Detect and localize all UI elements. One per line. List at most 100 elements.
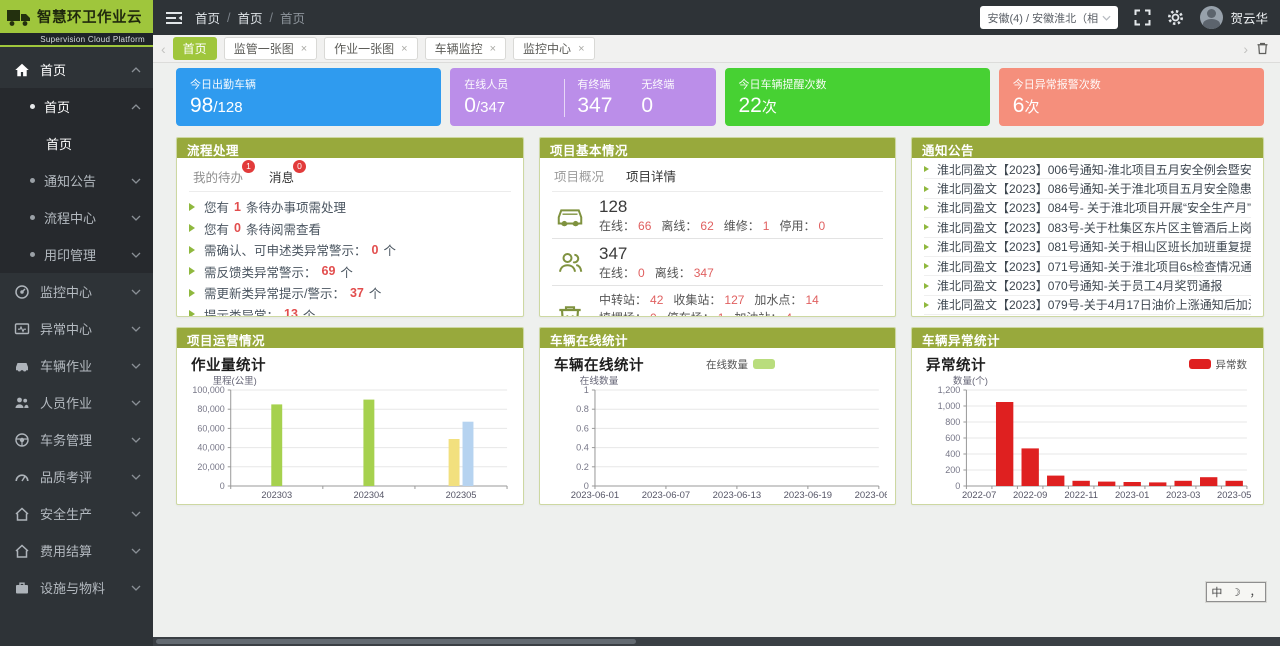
region-select[interactable]: 安徽(4) / 安徽淮北（相...	[980, 6, 1118, 29]
stat-card-vehicle-reminders[interactable]: 今日车辆提醒次数 22次	[725, 68, 990, 126]
car-icon	[554, 201, 586, 231]
notice-item[interactable]: 淮北同盈文【2023】081号通知-关于相山区班长加班重复提报的通报	[924, 238, 1251, 257]
close-tab-icon[interactable]: ×	[490, 43, 496, 55]
project-tab-项目详情[interactable]: 项目详情	[626, 166, 676, 185]
facility-line: 中转站：42收集站：127加水点：14	[599, 292, 829, 310]
notice-item[interactable]: 淮北同盈文【2023】070号通知-关于员工4月奖罚通报	[924, 276, 1251, 295]
view-tab-车辆监控[interactable]: 车辆监控×	[425, 37, 506, 60]
close-tabs-trash-icon[interactable]	[1255, 41, 1270, 56]
play-arrow-icon	[924, 244, 930, 250]
tabs-scroll-right-icon[interactable]: ›	[1243, 42, 1248, 56]
ime-glyph[interactable]: ，	[1250, 584, 1261, 600]
svg-text:2023-06-19: 2023-06-19	[784, 489, 832, 500]
sidebar-item-personnel-ops[interactable]: 人员作业	[0, 384, 153, 421]
fullscreen-icon[interactable]	[1134, 9, 1151, 26]
tabs-scroll-left-icon[interactable]: ‹	[161, 42, 166, 56]
notice-item[interactable]: 淮北同盈文【2023】071号通知-关于淮北项目6s检查情况通报(2)(2)	[924, 257, 1251, 276]
sidebar-item-quality-review[interactable]: 品质考评	[0, 458, 153, 495]
play-arrow-icon	[924, 283, 930, 289]
chevron-down-icon	[131, 326, 141, 332]
sidebar-item-facilities-materials[interactable]: 设施与物料	[0, 569, 153, 606]
ime-glyph[interactable]: ☽	[1231, 586, 1241, 599]
stat-card-attendance[interactable]: 今日出勤车辆 98/128	[176, 68, 441, 126]
notice-item[interactable]: 淮北同盈文【2023】084号- 关于淮北项目开展“安全生产月”活动的通知	[924, 199, 1251, 218]
svg-text:2022-11: 2022-11	[1064, 490, 1098, 500]
badge-count: 0	[293, 160, 306, 173]
view-tab-监控中心[interactable]: 监控中心×	[513, 37, 594, 60]
settings-gear-icon[interactable]	[1167, 9, 1184, 26]
stat-card-online-personnel[interactable]: 在线人员 0/347 有终端 347 无终端 0	[450, 68, 715, 126]
svg-text:400: 400	[945, 449, 960, 459]
panel-title: 项目运营情况	[177, 328, 523, 348]
gauge-icon	[14, 469, 30, 485]
process-tab-消息[interactable]: 消息0	[269, 167, 294, 186]
collapse-menu-icon[interactable]	[165, 11, 183, 25]
sidebar-item-notice[interactable]: 通知公告	[0, 162, 153, 199]
chart-title: 作业量统计	[191, 354, 266, 375]
sidebar-item-home[interactable]: 首页	[0, 51, 153, 88]
sidebar-item-exception-center[interactable]: 异常中心	[0, 310, 153, 347]
sidebar-item-seal-mgmt[interactable]: 用印管理	[0, 236, 153, 273]
process-item[interactable]: 提示类异常： 13 个	[189, 304, 511, 317]
ime-toolbar[interactable]: 中 ☽ ，	[1206, 582, 1266, 602]
panel-process-handling: 流程处理 我的待办1消息0 您有1条待办事项需处理您有0条待阅需查看需确认、可申…	[176, 137, 524, 317]
process-item[interactable]: 需更新类异常提示/警示： 37 个	[189, 282, 511, 304]
process-tabs: 我的待办1 消息0	[189, 158, 511, 192]
process-tab-我的待办[interactable]: 我的待办1	[193, 167, 243, 186]
sidebar-item-home-sub[interactable]: 首页	[0, 88, 153, 125]
process-item[interactable]: 需反馈类异常警示： 69 个	[189, 261, 511, 283]
view-tab-监管一张图[interactable]: 监管一张图×	[224, 37, 317, 60]
notice-item[interactable]: 淮北同盈文【2023】083号-关于杜集区东片区主管酒后上岗的处罚通告	[924, 218, 1251, 237]
notice-item[interactable]: 淮北同盈文【2023】079号-关于4月17日油价上涨通知后加油情况通报	[924, 296, 1251, 315]
sidebar-item-safety-production[interactable]: 安全生产	[0, 495, 153, 532]
svg-text:20,000: 20,000	[197, 462, 224, 472]
truck-logo-icon	[6, 6, 32, 28]
sidebar-item-home-leaf[interactable]: 首页	[0, 125, 153, 162]
sidebar-item-vehicle-mgmt[interactable]: 车务管理	[0, 421, 153, 458]
chevron-down-icon	[131, 548, 141, 554]
sidebar-item-cost-settlement[interactable]: 费用结算	[0, 532, 153, 569]
play-arrow-icon	[189, 310, 195, 316]
view-tab-首页[interactable]: 首页	[173, 37, 217, 60]
panel-project-overview: 项目基本情况 项目概况项目详情 128 在线：66离线：62维修：1停用：0	[539, 137, 896, 317]
sidebar-item-monitor-center[interactable]: 监控中心	[0, 273, 153, 310]
breadcrumb-home[interactable]: 首页	[195, 8, 220, 27]
svg-text:0: 0	[955, 481, 960, 491]
vehicle-stats-row: 128 在线：66离线：62维修：1停用：0	[552, 192, 883, 239]
house-icon	[14, 543, 30, 559]
alert-icon	[14, 321, 30, 337]
close-tab-icon[interactable]: ×	[301, 43, 307, 55]
sidebar-item-vehicle-ops[interactable]: 车辆作业	[0, 347, 153, 384]
stat-label: 有终端	[577, 76, 641, 92]
play-arrow-icon	[924, 166, 930, 172]
play-arrow-icon	[189, 267, 195, 275]
view-tab-作业一张图[interactable]: 作业一张图×	[324, 37, 417, 60]
process-item[interactable]: 需确认、可申述类异常警示： 0 个	[189, 239, 511, 261]
svg-text:0.8: 0.8	[576, 404, 589, 414]
chevron-down-icon	[131, 400, 141, 406]
sidebar-item-process-center[interactable]: 流程中心	[0, 199, 153, 236]
process-item[interactable]: 您有1条待办事项需处理	[189, 196, 511, 218]
close-tab-icon[interactable]: ×	[578, 43, 584, 55]
process-item[interactable]: 您有0条待阅需查看	[189, 218, 511, 240]
bullet-icon	[30, 215, 35, 220]
svg-text:200: 200	[945, 465, 960, 475]
stat-card-abnormal-alarms[interactable]: 今日异常报警次数 6次	[999, 68, 1264, 126]
ime-glyph[interactable]: 中	[1211, 584, 1222, 600]
svg-text:2023-03: 2023-03	[1166, 490, 1200, 500]
project-tab-项目概况[interactable]: 项目概况	[554, 166, 604, 185]
scrollbar-thumb[interactable]	[156, 639, 636, 644]
personnel-total: 347	[599, 245, 724, 263]
chevron-down-icon	[131, 178, 141, 184]
monitor-icon	[14, 284, 30, 300]
user-avatar[interactable]	[1200, 6, 1223, 29]
breadcrumb-level2[interactable]: 首页	[238, 8, 263, 27]
personnel-stats-row: 347 在线：0离线：347	[552, 239, 883, 286]
close-tab-icon[interactable]: ×	[401, 43, 407, 55]
notice-item[interactable]: 淮北同盈文【2023】086号通知-关于淮北项目五月安全隐患检查情况通告	[924, 179, 1251, 198]
chevron-up-icon	[131, 104, 141, 110]
svg-text:1,200: 1,200	[938, 385, 961, 395]
panel-title: 通知公告	[912, 138, 1263, 158]
notice-item[interactable]: 淮北同盈文【2023】006号通知-淮北项目五月安全例会暨安全生产月启动会…	[924, 160, 1251, 179]
svg-text:60,000: 60,000	[197, 423, 224, 433]
